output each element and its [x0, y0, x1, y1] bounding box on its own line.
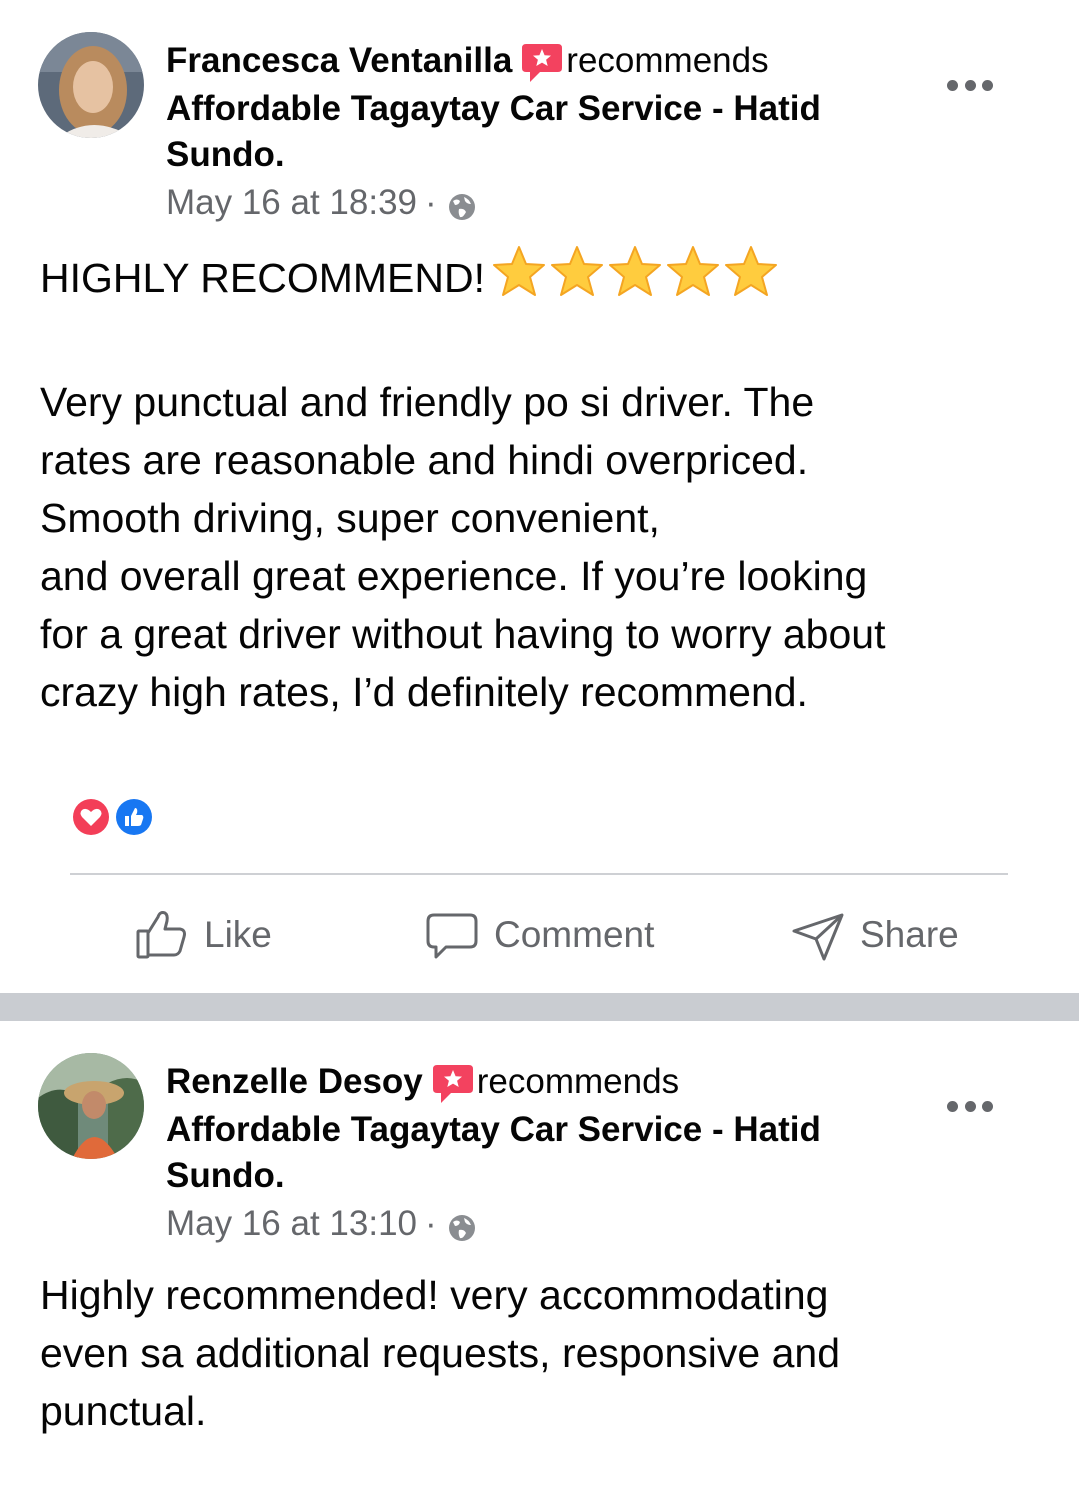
- body-line: and overall great experience. If you’re …: [40, 553, 868, 599]
- recommendation-post: Renzelle Desoy recommends Affordable Taga…: [0, 1021, 1079, 1486]
- page-name-line1[interactable]: Affordable Tagaytay Car Service - Hatid: [166, 86, 906, 132]
- more-options-icon[interactable]: [947, 78, 993, 92]
- recommend-badge-icon: [432, 1063, 473, 1107]
- post-meta: May 16 at 13:10 ·: [166, 1201, 477, 1247]
- post-separator: [0, 993, 1079, 1021]
- share-label: Share: [860, 914, 959, 955]
- page-name-line2[interactable]: Sundo.: [166, 132, 906, 178]
- post-body: HIGHLY RECOMMEND! Very punctual and frie…: [40, 244, 1050, 721]
- like-button[interactable]: Like: [134, 900, 272, 970]
- globe-icon: [447, 188, 477, 220]
- more-options-icon[interactable]: [947, 1099, 993, 1113]
- post-header: Renzelle Desoy recommends Affordable Taga…: [166, 1059, 906, 1199]
- page-name-line2[interactable]: Sundo.: [166, 1153, 906, 1199]
- body-line: punctual.: [40, 1388, 207, 1434]
- post-body: Highly recommended! very accommodating e…: [40, 1266, 1050, 1440]
- meta-separator: ·: [425, 1204, 437, 1243]
- meta-separator: ·: [425, 183, 437, 222]
- author-name[interactable]: Francesca Ventanilla: [166, 41, 512, 80]
- share-icon: [792, 913, 844, 961]
- post-header: Francesca Ventanilla recommends Affordabl…: [166, 38, 906, 178]
- body-line: rates are reasonable and hindi overprice…: [40, 437, 809, 483]
- globe-icon: [447, 1209, 477, 1241]
- body-line: crazy high rates, I’d definitely recomme…: [40, 669, 808, 715]
- recommends-label: recommends: [476, 1062, 680, 1101]
- body-line: Smooth driving, super convenient,: [40, 495, 660, 541]
- reaction-summary[interactable]: [70, 796, 160, 838]
- body-line: Very punctual and friendly po si driver.…: [40, 379, 815, 425]
- body-line: even sa additional requests, responsive …: [40, 1330, 841, 1376]
- timestamp[interactable]: May 16 at 18:39: [166, 183, 417, 222]
- comment-icon: [426, 913, 478, 959]
- page-name-line1[interactable]: Affordable Tagaytay Car Service - Hatid: [166, 1107, 906, 1153]
- body-line: HIGHLY RECOMMEND!: [40, 244, 1050, 315]
- like-icon: [136, 911, 186, 959]
- comment-button[interactable]: Comment: [424, 900, 654, 970]
- body-line: Highly recommended! very accommodating: [40, 1272, 829, 1318]
- action-divider: [70, 873, 1008, 875]
- recommends-label: recommends: [566, 41, 769, 80]
- like-label: Like: [204, 914, 272, 955]
- author-avatar[interactable]: [38, 32, 144, 138]
- timestamp[interactable]: May 16 at 13:10: [166, 1204, 417, 1243]
- author-avatar[interactable]: [38, 1053, 144, 1159]
- post-actions: Like Comment Share: [0, 900, 1079, 970]
- recommendation-post: Francesca Ventanilla recommends Affordabl…: [0, 0, 1079, 993]
- body-line: for a great driver without having to wor…: [40, 611, 886, 657]
- author-name[interactable]: Renzelle Desoy: [166, 1062, 423, 1101]
- comment-label: Comment: [494, 914, 655, 955]
- recommend-badge-icon: [522, 42, 563, 86]
- post-meta: May 16 at 18:39 ·: [166, 180, 477, 226]
- five-stars-icon: [491, 244, 779, 315]
- share-button[interactable]: Share: [790, 900, 959, 970]
